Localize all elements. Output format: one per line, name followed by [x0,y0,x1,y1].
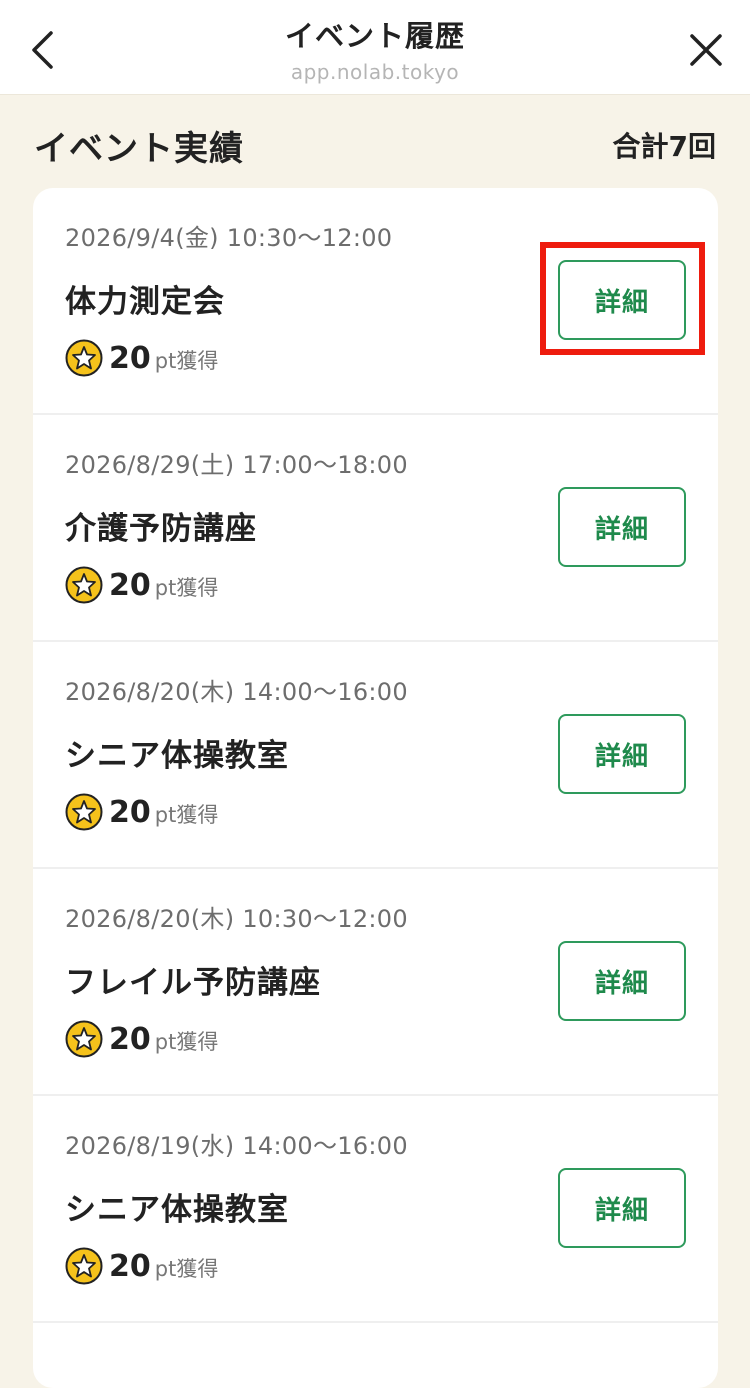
page-title: イベント履歴 [284,19,465,53]
event-list-item: 2026/8/20(木) 14:00〜16:00 シニア体操教室 20 pt獲得… [33,642,718,869]
points-earned: 20 pt獲得 [65,1246,218,1286]
points-earned: 20 pt獲得 [65,792,218,832]
section-title: イベント実績 [34,128,244,169]
event-list: 2026/9/4(金) 10:30〜12:00 体力測定会 20 pt獲得 詳細… [33,188,718,1388]
star-coin-icon [65,566,103,604]
detail-button[interactable]: 詳細 [558,1168,686,1248]
event-name: フレイル予防講座 [65,965,321,1001]
detail-button[interactable]: 詳細 [558,714,686,794]
detail-button[interactable]: 詳細 [558,941,686,1021]
event-date: 2026/9/4(金) 10:30〜12:00 [65,224,393,252]
section-header: イベント実績 合計7回 [34,120,716,170]
detail-button[interactable]: 詳細 [558,260,686,340]
points-earned: 20 pt獲得 [65,565,218,605]
chevron-left-icon [32,31,53,69]
event-date: 2026/8/20(木) 10:30〜12:00 [65,905,408,933]
points-earned: 20 pt獲得 [65,338,218,378]
detail-button[interactable]: 詳細 [558,487,686,567]
points-value: 20 [109,1021,151,1057]
event-date: 2026/8/29(土) 17:00〜18:00 [65,451,408,479]
event-name: 介護予防講座 [65,511,257,547]
top-bar: イベント履歴 app.nolab.tokyo [0,0,750,95]
event-name: 体力測定会 [65,284,225,320]
points-earned: 20 pt獲得 [65,1019,218,1059]
points-unit: pt獲得 [154,349,219,373]
event-date: 2026/8/19(水) 14:00〜16:00 [65,1132,408,1160]
event-list-item: 2026/8/29(土) 17:00〜18:00 介護予防講座 20 pt獲得 … [33,415,718,642]
star-coin-icon [65,339,103,377]
event-list-item: 2026/8/19(水) 14:00〜16:00 シニア体操教室 20 pt獲得… [33,1096,718,1323]
close-button[interactable] [686,30,726,70]
points-value: 20 [109,1248,151,1284]
event-date: 2026/8/20(木) 14:00〜16:00 [65,678,408,706]
star-coin-icon [65,1247,103,1285]
points-unit: pt獲得 [154,576,219,600]
star-coin-icon [65,1020,103,1058]
close-icon [690,34,722,66]
star-coin-icon [65,793,103,831]
back-button[interactable] [22,26,62,74]
event-list-item: 2026/9/4(金) 10:30〜12:00 体力測定会 20 pt獲得 詳細 [33,188,718,415]
event-total-count: 合計7回 [612,130,716,163]
page-url: app.nolab.tokyo [290,60,460,84]
header-title-block: イベント履歴 app.nolab.tokyo [150,16,600,86]
event-list-item: 2026/8/20(木) 10:30〜12:00 フレイル予防講座 20 pt獲… [33,869,718,1096]
event-name: シニア体操教室 [65,1192,289,1228]
points-unit: pt獲得 [154,803,219,827]
points-unit: pt獲得 [154,1257,219,1281]
points-unit: pt獲得 [154,1030,219,1054]
points-value: 20 [109,340,151,376]
points-value: 20 [109,794,151,830]
points-value: 20 [109,567,151,603]
event-name: シニア体操教室 [65,738,289,774]
